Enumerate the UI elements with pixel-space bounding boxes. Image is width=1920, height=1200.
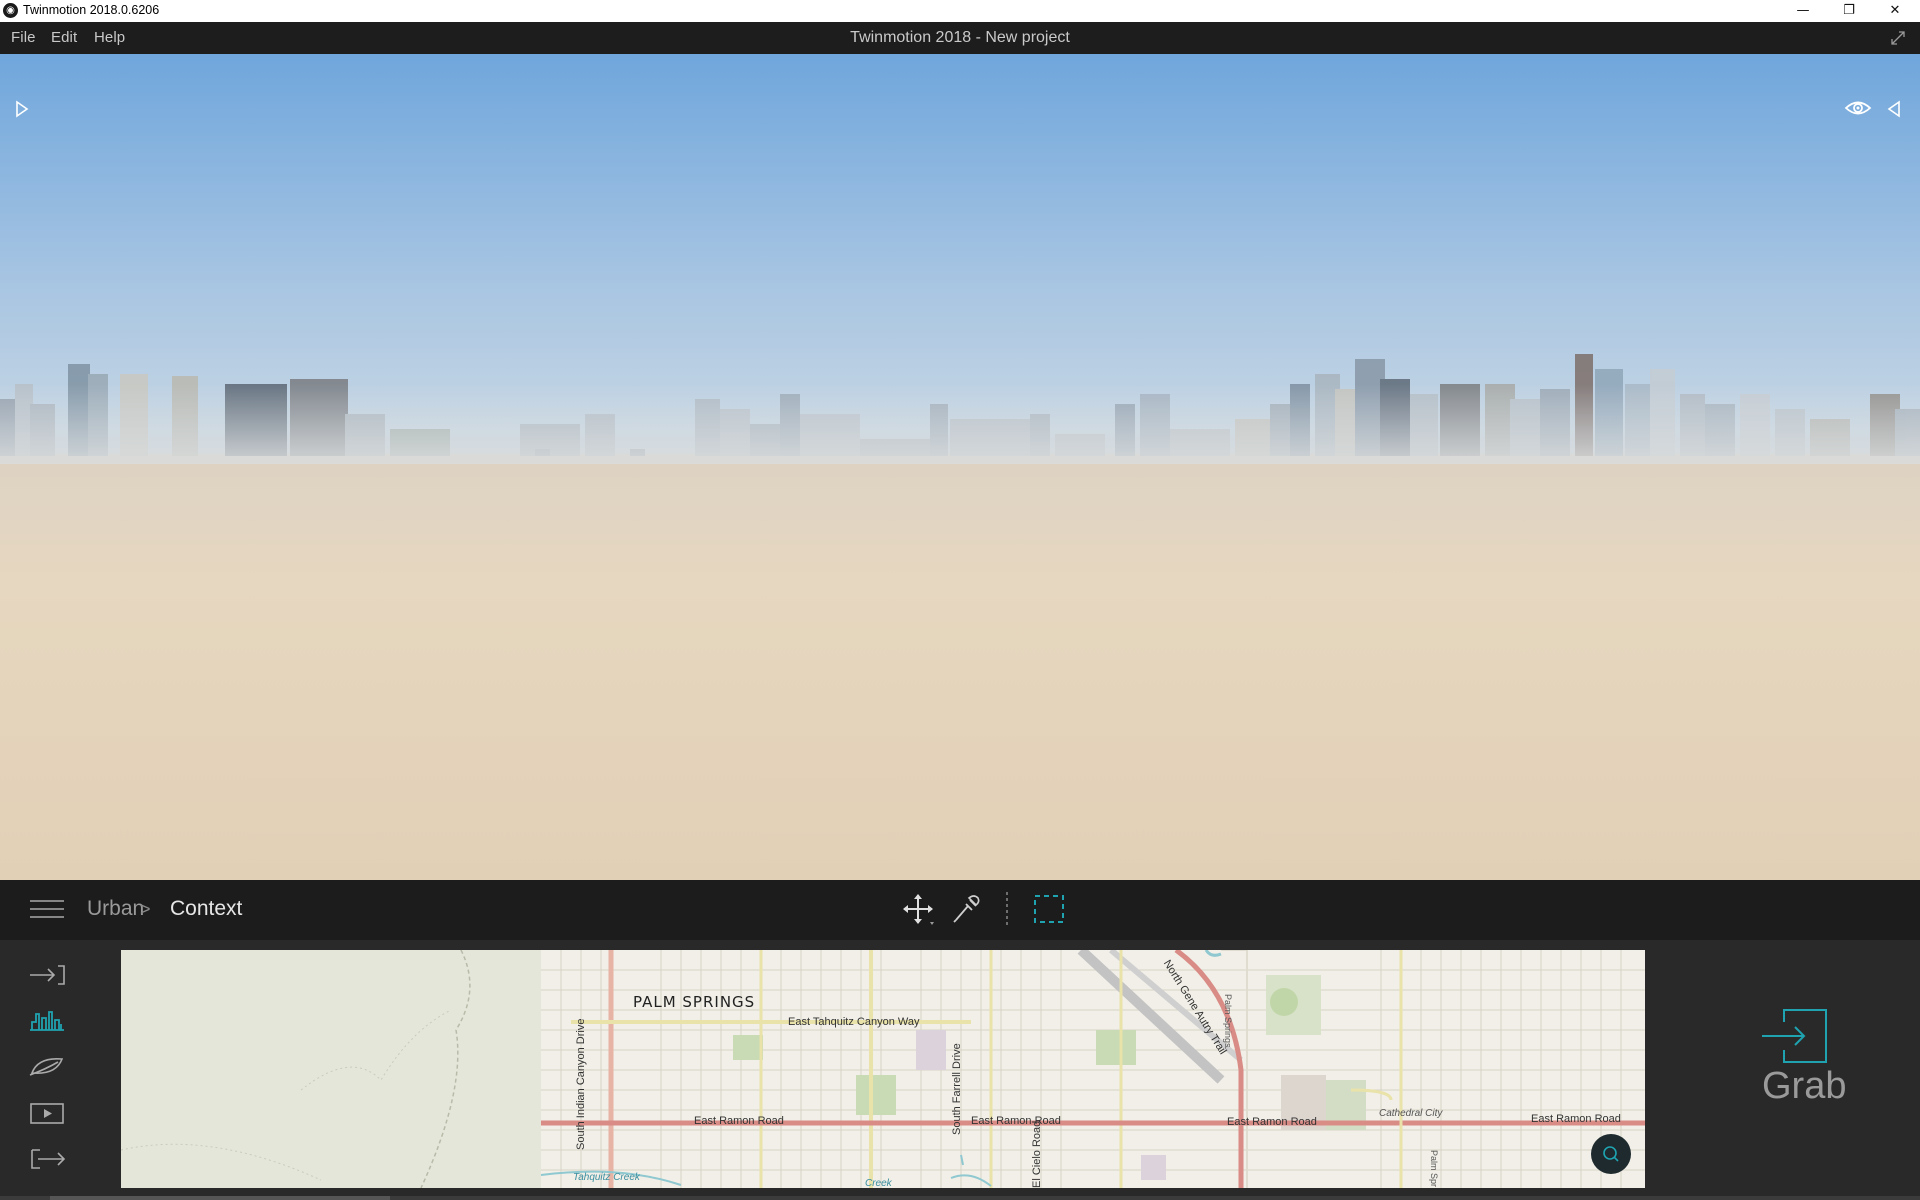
window-titlebar: ◉ Twinmotion 2018.0.6206 — ❐ ✕ — [0, 0, 1920, 22]
grab-icon[interactable] — [1760, 1008, 1830, 1064]
3d-viewport[interactable] — [0, 54, 1920, 880]
map-road-label: South Indian Canyon Drive — [575, 1018, 587, 1150]
bottom-toolbar: Urban > Context — [0, 880, 1920, 940]
menu-help[interactable]: Help — [94, 29, 125, 46]
map-road-label: East Ramon Road — [1227, 1116, 1317, 1128]
fullscreen-icon[interactable] — [1890, 30, 1906, 46]
hamburger-menu-icon[interactable] — [30, 898, 64, 920]
menu-edit[interactable]: Edit — [51, 29, 77, 46]
map-city-label: PALM SPRINGS — [633, 993, 756, 1011]
menu-bar: Twinmotion 2018 - New project File Edit … — [0, 22, 1920, 54]
map-road-label: South Farrell Drive — [951, 1043, 963, 1135]
scene-render — [0, 54, 1920, 880]
breadcrumb-separator: > — [140, 899, 151, 919]
close-button[interactable]: ✕ — [1872, 0, 1918, 22]
map-road-label: East Ramon Road — [694, 1115, 784, 1127]
minimize-button[interactable]: — — [1780, 0, 1826, 22]
map-tiles — [121, 950, 1645, 1188]
map-water-label: Tahquitz Creek — [573, 1172, 640, 1183]
map-road-label: East Ramon Road — [1531, 1113, 1621, 1125]
map-place-label: Palm Springs — [1223, 994, 1233, 1048]
location-map[interactable]: PALM SPRINGS East Tahquitz Canyon Way So… — [121, 950, 1645, 1188]
map-place-label: Palm Spr — [1429, 1150, 1439, 1188]
search-icon — [1603, 1146, 1619, 1162]
menu-file[interactable]: File — [11, 29, 36, 46]
move-icon[interactable] — [901, 892, 935, 926]
toolbar-divider — [1006, 892, 1008, 928]
expand-left-panel-icon[interactable] — [12, 99, 32, 119]
eye-icon[interactable] — [1844, 97, 1872, 119]
expand-right-panel-icon[interactable] — [1884, 99, 1904, 119]
breadcrumb-context: Context — [170, 897, 243, 920]
map-road-label: East Ramon Road — [971, 1115, 1061, 1127]
grab-button[interactable]: Grab — [1762, 1065, 1846, 1108]
import-icon[interactable] — [28, 962, 68, 988]
map-water-label: Creek — [865, 1178, 892, 1188]
breadcrumb-urban[interactable]: Urban — [87, 897, 144, 921]
library-panel: PALM SPRINGS East Tahquitz Canyon Way So… — [0, 940, 1920, 1200]
twinmotion-logo-icon: ◉ — [3, 3, 18, 18]
status-strip — [0, 1196, 1920, 1200]
map-place-label: Cathedral City — [1379, 1108, 1443, 1119]
leaf-icon[interactable] — [28, 1053, 68, 1079]
restore-button[interactable]: ❐ — [1826, 0, 1872, 22]
map-search-button[interactable] — [1591, 1134, 1631, 1174]
map-road-label: East Tahquitz Canyon Way — [788, 1016, 920, 1028]
progress-indicator — [50, 1196, 390, 1200]
window-title: Twinmotion 2018.0.6206 — [23, 3, 160, 17]
context-icon[interactable] — [28, 1008, 68, 1034]
map-road-label: El Cielo Road — [1031, 1120, 1043, 1188]
media-icon[interactable] — [28, 1100, 68, 1126]
selection-box-icon[interactable] — [1032, 892, 1066, 926]
eyedropper-icon[interactable] — [948, 892, 982, 926]
project-title: Twinmotion 2018 - New project — [850, 29, 1070, 46]
export-icon[interactable] — [28, 1146, 68, 1172]
